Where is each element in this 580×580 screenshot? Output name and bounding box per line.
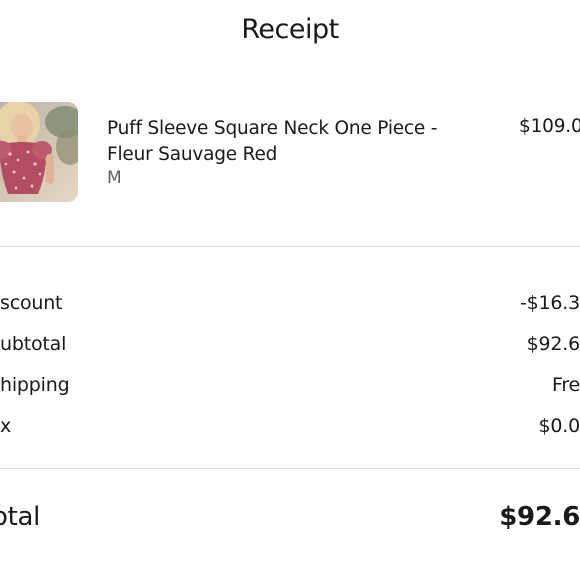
receipt-page: Receipt Puff Sleeve Square Neck One Piec…	[0, 0, 580, 580]
summary-value: -$16.3	[519, 292, 580, 314]
summary-row-tax: x $0.0	[0, 415, 580, 443]
summary-row-discount: scount -$16.3	[0, 292, 580, 320]
product-price: $109.0	[519, 116, 580, 137]
summary-label: ubtotal	[0, 333, 67, 355]
page-title: Receipt	[241, 14, 339, 45]
product-variant: M	[107, 168, 122, 188]
total-label: otal	[0, 502, 41, 532]
product-image	[0, 102, 78, 202]
summary-label: x	[0, 415, 12, 437]
divider	[0, 246, 580, 247]
summary-row-shipping: hipping Fre	[0, 374, 580, 402]
summary-value: $92.6	[526, 333, 580, 355]
summary-row-subtotal: ubtotal $92.6	[0, 333, 580, 361]
total-row: otal $92.6	[0, 502, 580, 538]
summary-value: $0.0	[538, 415, 580, 437]
divider	[0, 468, 580, 469]
summary-label: scount	[0, 292, 63, 314]
product-name: Puff Sleeve Square Neck One Piece - Fleu…	[107, 118, 438, 165]
summary-label: hipping	[0, 374, 70, 396]
total-value: $92.6	[499, 502, 580, 532]
summary-value: Fre	[551, 374, 580, 396]
